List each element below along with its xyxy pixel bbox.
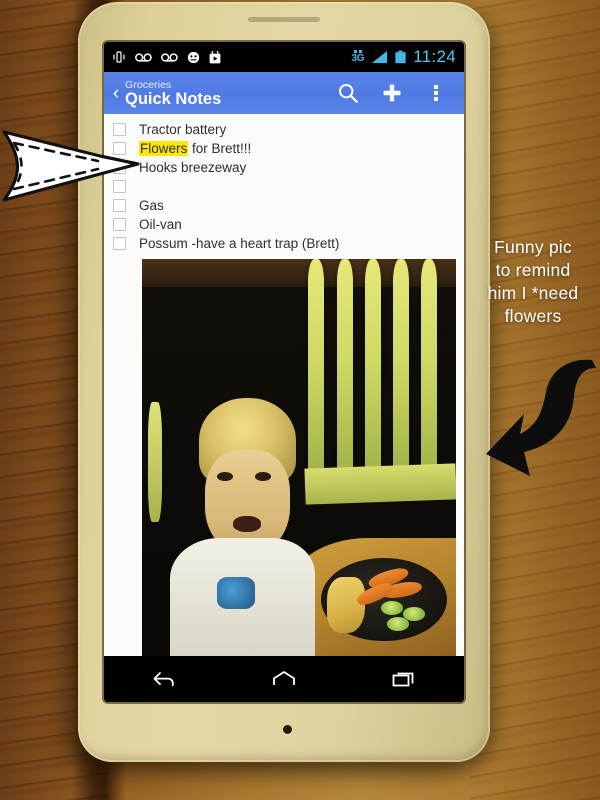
- checklist-item-label: Flowers for Brett!!!: [139, 141, 252, 156]
- nav-home-button[interactable]: [254, 664, 314, 694]
- checkbox-icon[interactable]: [113, 218, 126, 231]
- vibrate-icon: [113, 51, 125, 63]
- plus-icon: [383, 84, 401, 102]
- status-bar-notifications: [112, 50, 351, 64]
- app-bar-titles: Groceries Quick Notes: [125, 79, 326, 108]
- checklist: Tractor battery Flowers for Brett!!! Hooks…: [104, 114, 464, 253]
- cucumber-slice: [386, 617, 409, 631]
- earpiece-icon: [248, 17, 320, 22]
- chair-rail: [304, 463, 456, 505]
- phone-screen: 3G 11:24 ‹ Groceries Quick Notes Tractor…: [104, 42, 464, 702]
- overflow-menu-button[interactable]: [414, 85, 458, 101]
- home-icon: [273, 671, 295, 685]
- checklist-item-label: Gas: [139, 198, 164, 213]
- boy-mouth: [233, 515, 262, 532]
- status-bar-clock: 11:24: [413, 47, 456, 66]
- battery-icon: [395, 50, 406, 64]
- shirt-graphic: [217, 577, 256, 610]
- caption-line: Funny pic: [494, 237, 572, 257]
- caption-line: flowers: [504, 306, 562, 326]
- scene: 3G 11:24 ‹ Groceries Quick Notes Tractor…: [0, 0, 600, 800]
- chair-spindle: [336, 259, 353, 486]
- caption-line: him I *need: [487, 283, 579, 303]
- navigation-bar: [104, 656, 464, 702]
- chair-spindle: [364, 259, 381, 486]
- add-note-button[interactable]: [370, 82, 414, 104]
- nav-back-button[interactable]: [134, 664, 194, 694]
- chair-spindle: [421, 259, 438, 486]
- play-store-icon: [209, 50, 221, 63]
- status-bar: 3G 11:24: [104, 42, 464, 72]
- voicemail-icon: [161, 52, 178, 62]
- chair-spindle: [148, 402, 163, 522]
- checklist-item-label: Hooks breezeway: [139, 160, 247, 175]
- voicemail-icon: [135, 52, 152, 62]
- checklist-item[interactable]: Possum -have a heart trap (Brett): [104, 234, 464, 253]
- annotation-arrow-left: [2, 130, 140, 202]
- microphone-hole-icon: [283, 725, 292, 734]
- nav-recents-button[interactable]: [374, 664, 434, 694]
- back-chevron-icon[interactable]: ‹: [108, 84, 124, 103]
- signal-bars-icon: [372, 51, 388, 63]
- breadcrumb: Groceries: [125, 78, 172, 91]
- checklist-item[interactable]: Oil-van: [104, 215, 464, 234]
- checklist-item[interactable]: Gas: [104, 196, 464, 215]
- network-type-label: 3G: [351, 53, 365, 64]
- face-icon: [187, 51, 200, 63]
- photo-image: [142, 259, 456, 656]
- cucumber-slice: [380, 601, 403, 615]
- checklist-item-label: Tractor battery: [139, 122, 227, 137]
- checklist-item-label: Oil-van: [139, 217, 182, 232]
- network-type-indicator: 3G: [351, 50, 365, 64]
- checklist-item[interactable]: Hooks breezeway: [104, 158, 464, 177]
- food-item: [327, 577, 365, 634]
- photo-attachment[interactable]: [142, 259, 456, 656]
- checkbox-icon[interactable]: [113, 237, 126, 250]
- caption-line: to remind: [495, 260, 571, 280]
- app-bar: ‹ Groceries Quick Notes: [104, 72, 464, 114]
- back-arrow-icon: [153, 672, 174, 687]
- chair-spindle: [308, 259, 325, 486]
- status-bar-system: 3G 11:24: [351, 47, 456, 67]
- text-highlight: Flowers: [139, 141, 189, 156]
- checklist-item[interactable]: [104, 177, 464, 196]
- search-button[interactable]: [326, 82, 370, 104]
- annotation-arrow-right: [486, 359, 596, 476]
- overflow-dots-icon: [434, 85, 438, 101]
- annotation-caption: Funny pic to remind him I *need flowers: [470, 236, 596, 328]
- note-body: Tractor battery Flowers for Brett!!! Hooks…: [104, 114, 464, 656]
- page-title: Quick Notes: [125, 89, 222, 108]
- checklist-item-label: Possum -have a heart trap (Brett): [139, 236, 340, 251]
- search-icon: [339, 84, 358, 103]
- checklist-item[interactable]: Tractor battery: [104, 120, 464, 139]
- chair-spindle: [393, 259, 410, 486]
- checklist-item[interactable]: Flowers for Brett!!!: [104, 139, 464, 158]
- phone-device: 3G 11:24 ‹ Groceries Quick Notes Tractor…: [78, 2, 490, 762]
- recents-icon: [392, 672, 414, 687]
